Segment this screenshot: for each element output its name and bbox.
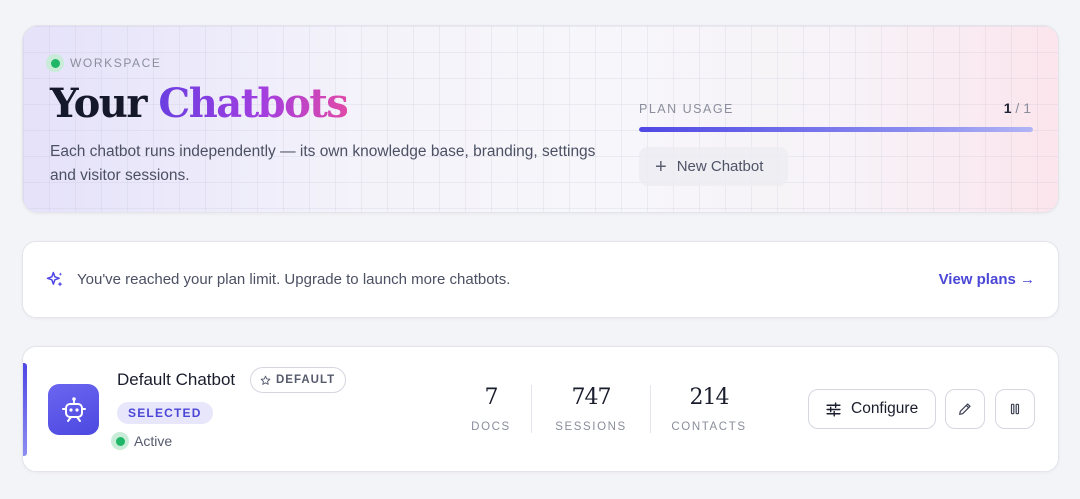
stat-contacts-label: CONTACTS xyxy=(671,421,747,433)
plan-limit-message: You've reached your plan limit. Upgrade … xyxy=(77,271,511,288)
chatbot-card[interactable]: Default Chatbot DEFAULT SELECTED Active … xyxy=(22,346,1059,472)
page-title: Your Chatbots xyxy=(50,78,349,130)
plan-limit-notice: You've reached your plan limit. Upgrade … xyxy=(22,241,1059,318)
default-badge: DEFAULT xyxy=(250,367,347,393)
edit-button[interactable] xyxy=(945,389,985,429)
chatbot-stats: 7 DOCS 747 SESSIONS 214 CONTACTS xyxy=(451,385,767,433)
stat-docs: 7 DOCS xyxy=(451,385,531,433)
stat-contacts-value: 214 xyxy=(689,385,730,410)
plan-usage-count: 1 / 1 xyxy=(1004,100,1031,116)
configure-label: Configure xyxy=(851,400,919,417)
chatbot-name: Default Chatbot xyxy=(117,370,236,389)
plan-usage-used: 1 xyxy=(1003,100,1012,116)
new-chatbot-button[interactable]: + New Chatbot xyxy=(639,147,788,186)
plan-usage-total: 1 xyxy=(1023,100,1031,116)
view-plans-link[interactable]: View plans → xyxy=(939,271,1035,288)
stat-docs-label: DOCS xyxy=(471,421,511,433)
plus-icon: + xyxy=(655,155,667,178)
stat-docs-value: 7 xyxy=(484,385,499,410)
stat-sessions-value: 747 xyxy=(571,385,612,410)
workspace-eyebrow: WORKSPACE xyxy=(46,54,162,72)
stat-contacts: 214 CONTACTS xyxy=(651,385,767,433)
plan-usage-label: PLAN USAGE xyxy=(639,102,734,116)
plan-usage-bar-fill xyxy=(639,127,1033,132)
selected-badge: SELECTED xyxy=(117,402,213,424)
title-accent: Chatbots xyxy=(158,80,348,127)
eyebrow-label: WORKSPACE xyxy=(70,56,162,70)
pencil-icon xyxy=(959,403,971,415)
chatbot-avatar xyxy=(48,384,99,435)
workspace-header: WORKSPACE Your Chatbots Each chatbot run… xyxy=(22,25,1059,213)
sliders-icon xyxy=(826,401,841,417)
status-label: Active xyxy=(134,433,173,449)
selected-indicator xyxy=(23,363,27,456)
plan-usage-separator: / xyxy=(1015,100,1020,116)
star-icon xyxy=(260,375,271,385)
title-plain: Your xyxy=(50,80,147,127)
pause-icon xyxy=(1010,403,1020,415)
status-indicator: Active xyxy=(111,432,172,450)
new-chatbot-label: New Chatbot xyxy=(676,158,764,175)
status-dot-icon xyxy=(111,432,129,450)
plan-usage-bar xyxy=(639,127,1033,132)
default-badge-label: DEFAULT xyxy=(276,374,336,386)
stat-sessions-label: SESSIONS xyxy=(555,421,627,433)
sparkles-icon xyxy=(46,271,63,287)
page-description: Each chatbot runs independently — its ow… xyxy=(50,143,596,184)
stat-sessions: 747 SESSIONS xyxy=(531,385,651,433)
configure-button[interactable]: Configure xyxy=(808,389,936,429)
pause-button[interactable] xyxy=(995,389,1035,429)
status-dot-icon xyxy=(46,54,64,72)
robot-icon xyxy=(61,396,86,422)
